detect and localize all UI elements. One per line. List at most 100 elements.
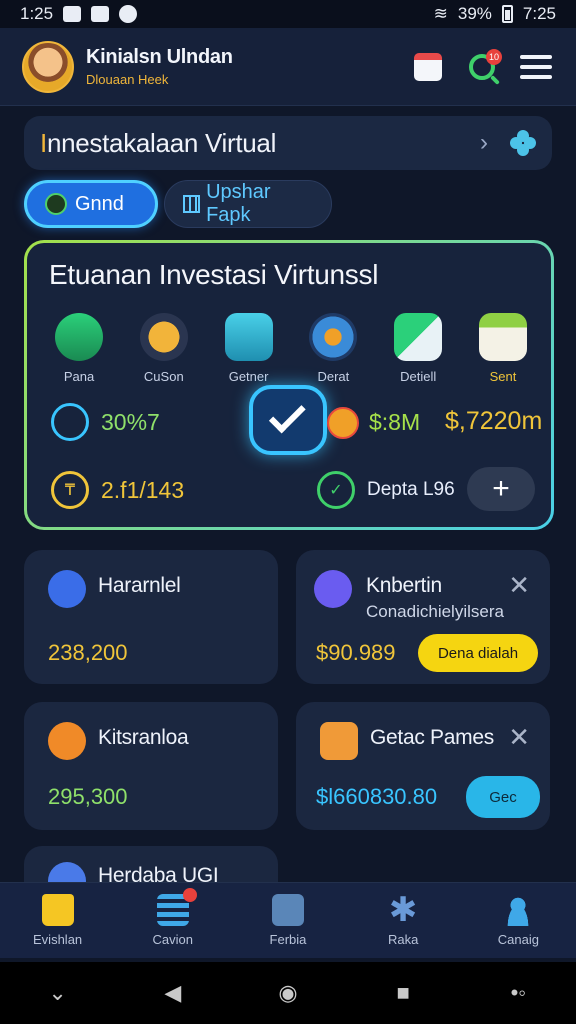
card-action-button[interactable]: Dena dialah xyxy=(418,634,538,672)
card-value: $l660830.80 xyxy=(316,784,438,809)
nav-canaig[interactable]: Canaig xyxy=(468,894,568,947)
user-subtitle: Dlouaan Heek xyxy=(86,72,169,87)
star-icon: ✱ xyxy=(388,891,418,929)
status-bar: 1:25 ≋ 39% 7:25 xyxy=(0,0,576,28)
section-title: Innestakalaan Virtual xyxy=(40,127,277,158)
card-title: Etuanan Investasi Virtunssl xyxy=(49,259,379,290)
check-icon xyxy=(268,396,306,434)
asset-card-getac-pames[interactable]: Getac Pames ✕ $l660830.80 Gec xyxy=(296,702,550,830)
user-name: Kinialsn Ulndan xyxy=(86,46,233,68)
avatar[interactable] xyxy=(22,40,74,93)
search-button[interactable]: 10 xyxy=(464,48,502,85)
category-pana[interactable]: Pana xyxy=(41,313,117,384)
section-header[interactable]: Innestakalaan Virtual › xyxy=(24,116,552,170)
investment-summary-card: Etuanan Investasi Virtunssl Pana CuSon G… xyxy=(24,240,554,530)
notification-badge: 10 xyxy=(486,48,502,65)
folder-icon xyxy=(224,313,273,361)
category-label: Pana xyxy=(63,369,95,384)
status-clock: 7:25 xyxy=(522,4,556,23)
tab-label: Gnnd xyxy=(75,192,124,215)
home-circle-icon[interactable]: ◉ xyxy=(270,975,306,1011)
clover-icon[interactable] xyxy=(510,130,536,156)
category-derat[interactable]: Derat xyxy=(295,313,371,384)
stat-value: 30%7 xyxy=(101,408,160,435)
battery-percent: 39% xyxy=(457,4,492,23)
category-label: Getner xyxy=(228,369,269,384)
spoon-icon xyxy=(48,570,86,608)
eye-icon xyxy=(45,193,67,215)
check-circle-icon: ✓ xyxy=(317,471,355,509)
card-value: $90.989 xyxy=(316,640,396,665)
nav-label: Raka xyxy=(387,932,419,947)
nav-cavion[interactable]: Cavion xyxy=(123,888,223,947)
image-icon xyxy=(63,6,82,22)
hamburger-icon xyxy=(520,54,552,79)
stat-value: $,7220m xyxy=(445,407,543,435)
envelope-icon xyxy=(478,313,527,361)
gold-bar-icon xyxy=(139,313,188,361)
close-icon[interactable]: ✕ xyxy=(508,570,530,601)
app-header: Kinialsn Ulndan Dlouaan Heek 10 xyxy=(0,28,576,106)
card-action-button[interactable]: Gec xyxy=(466,776,540,818)
stat-value: $:8M xyxy=(369,409,421,435)
category-cuson[interactable]: CuSon xyxy=(126,313,202,384)
stat-value: Depta L96 xyxy=(367,479,455,500)
card-title: Hararnlel xyxy=(98,574,181,597)
nav-home[interactable]: Evishlan xyxy=(8,894,108,947)
back-icon[interactable]: ◀ xyxy=(155,975,191,1011)
tab-label: Upshar Fapk xyxy=(206,181,271,226)
home-icon xyxy=(41,894,74,926)
image-icon xyxy=(91,6,110,22)
nav-label: Evishlan xyxy=(33,932,83,947)
menu-button[interactable] xyxy=(518,49,554,85)
verified-badge[interactable] xyxy=(249,385,327,455)
more-icon[interactable]: •◦ xyxy=(500,975,536,1011)
profile-icon xyxy=(502,894,535,926)
asset-card-knbertin[interactable]: Knbertin Conadichielyilsera ✕ $90.989 De… xyxy=(296,550,550,684)
add-button[interactable]: + xyxy=(467,467,535,511)
nav-raka[interactable]: ✱ Raka xyxy=(353,891,453,947)
card-value: 238,200 xyxy=(48,640,128,665)
card-value: 295,300 xyxy=(48,784,128,809)
category-detiell[interactable]: Detiell xyxy=(380,313,456,384)
battery-icon xyxy=(501,5,513,23)
bag-icon xyxy=(271,894,304,926)
category-label: CuSon xyxy=(143,369,184,384)
tab-gnnd[interactable]: Gnnd xyxy=(24,180,158,228)
asset-card-kitsranloa[interactable]: Kitsranloa 295,300 xyxy=(24,702,278,830)
notification-icon xyxy=(119,5,138,23)
nav-label: Cavion xyxy=(152,932,194,947)
user-info: Kinialsn Ulndan Dlouaan Heek xyxy=(86,46,392,87)
stat-total: $,7220m xyxy=(445,407,542,436)
house-icon xyxy=(55,313,103,361)
category-label: Derat xyxy=(317,369,350,384)
card-subtitle: Conadichielyilsera xyxy=(366,602,504,621)
category-getner[interactable]: Getner xyxy=(211,313,287,384)
card-title: Getac Pames xyxy=(370,726,494,749)
badge-icon xyxy=(327,407,359,439)
chevron-down-icon[interactable]: ⌄ xyxy=(40,975,76,1011)
notification-badge xyxy=(182,888,197,902)
globe-icon xyxy=(51,403,89,441)
nav-label: Canaig xyxy=(497,932,539,947)
close-icon[interactable]: ✕ xyxy=(508,722,530,753)
category-label: Sent xyxy=(489,369,517,384)
recents-icon[interactable]: ■ xyxy=(385,975,421,1011)
chevron-right-icon: › xyxy=(480,129,488,156)
tab-upshar-fapk[interactable]: Upshar Fapk xyxy=(164,180,332,228)
asset-card-herdaba[interactable]: Herdaba UGI xyxy=(24,846,278,886)
category-row: Pana CuSon Getner Derat Detiell Sent xyxy=(41,313,541,384)
category-sent[interactable]: Sent xyxy=(465,313,541,384)
envelope-open-icon xyxy=(394,313,443,361)
status-time: 1:25 xyxy=(20,4,54,23)
calendar-button[interactable] xyxy=(410,49,446,85)
gear-icon xyxy=(309,313,358,361)
settings-icon xyxy=(314,570,352,608)
stat-ratio: ₸ 2.f1/143 xyxy=(51,471,184,509)
stat-value: 2.f1/143 xyxy=(101,476,185,503)
asset-card-hararnlel[interactable]: Hararnlel 238,200 xyxy=(24,550,278,684)
nav-label: Ferbia xyxy=(269,932,307,947)
nav-ferbia[interactable]: Ferbia xyxy=(238,894,338,947)
category-label: Detiell xyxy=(400,369,437,384)
wifi-icon: ≋ xyxy=(433,4,448,23)
